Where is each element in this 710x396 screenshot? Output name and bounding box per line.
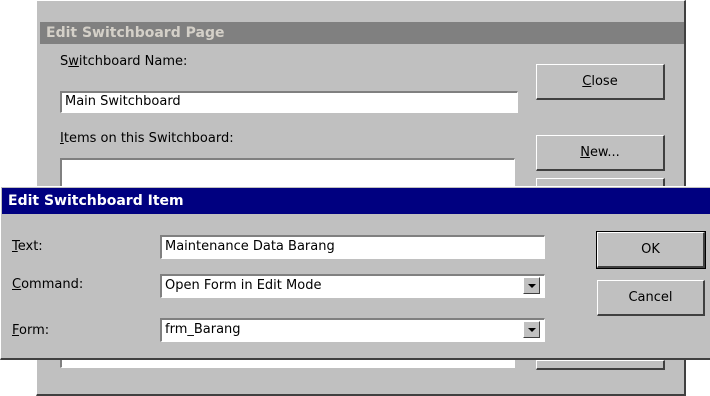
outer-dialog-title: Edit Switchboard Page <box>40 22 684 44</box>
ok-button[interactable]: OK <box>596 231 706 269</box>
command-dropdown-button[interactable] <box>523 277 540 294</box>
inner-dialog-title: Edit Switchboard Item <box>2 188 710 214</box>
command-select-value: Open Form in Edit Mode <box>165 278 322 293</box>
command-label: Command: <box>12 277 84 292</box>
switchboard-name-field[interactable]: Main Switchboard <box>60 91 518 113</box>
form-dropdown-button[interactable] <box>523 321 540 338</box>
text-label: Text: <box>12 239 43 254</box>
items-list-label: Items on this Switchboard: <box>60 131 234 146</box>
dropdown-arrow-icon <box>528 328 536 332</box>
form-label: Form: <box>12 323 50 338</box>
switchboard-name-label: Switchboard Name: <box>60 54 188 69</box>
command-select[interactable]: Open Form in Edit Mode <box>160 274 545 298</box>
form-select[interactable]: frm_Barang <box>160 318 545 342</box>
cancel-button[interactable]: Cancel <box>597 280 705 316</box>
new-button[interactable]: New... <box>536 135 665 171</box>
close-button[interactable]: Close <box>536 64 665 100</box>
form-select-value: frm_Barang <box>165 322 241 337</box>
move-button[interactable] <box>536 360 665 370</box>
text-field[interactable]: Maintenance Data Barang <box>160 235 545 259</box>
dropdown-arrow-icon <box>528 284 536 288</box>
